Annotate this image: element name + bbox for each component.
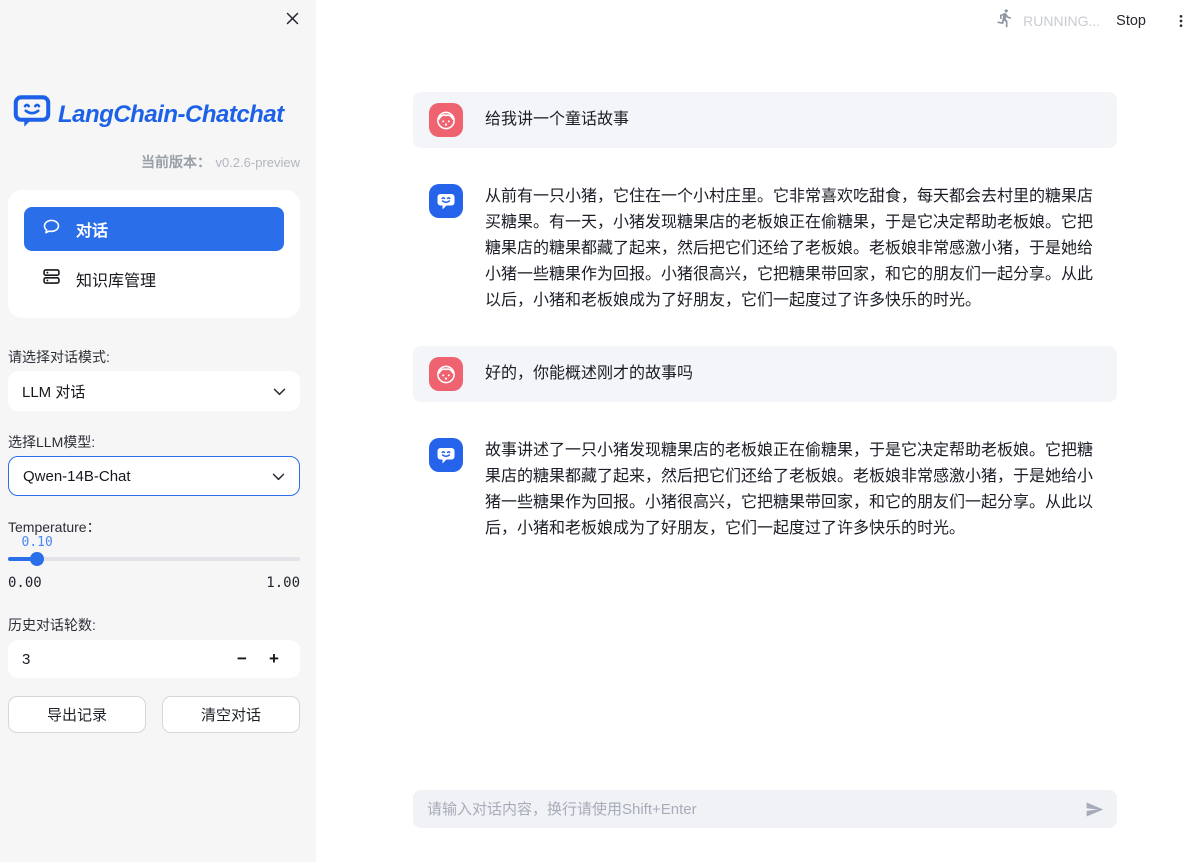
llm-model-select[interactable]: Qwen-14B-Chat <box>8 456 300 496</box>
assistant-message: 从前有一只小猪，它住在一个小村庄里。它非常喜欢吃甜食，每天都会去村里的糖果店买糖… <box>413 180 1117 314</box>
chat-input[interactable] <box>413 790 1077 828</box>
status-text: RUNNING... <box>1023 13 1100 29</box>
sidebar-actions: 导出记录 清空对话 <box>8 696 300 733</box>
message-text: 好的，你能概述刚才的故事吗 <box>485 357 693 391</box>
logo-chat-bubble-icon <box>13 95 51 134</box>
stop-button[interactable]: Stop <box>1116 13 1146 29</box>
history-rounds-label: 历史对话轮数: <box>8 615 96 635</box>
menu-item-label: 知识库管理 <box>76 267 156 291</box>
temperature-label: Temperature： <box>8 517 101 537</box>
export-history-button[interactable]: 导出记录 <box>8 696 146 733</box>
message-text: 从前有一只小猪，它住在一个小村庄里。它非常喜欢吃甜食，每天都会去村里的糖果店买糖… <box>485 184 1101 314</box>
temperature-range: 0.00 1.00 <box>8 575 300 591</box>
temperature-max: 1.00 <box>266 575 300 591</box>
assistant-avatar <box>429 184 463 218</box>
send-icon <box>1084 799 1105 820</box>
nav-menu: 对话 知识库管理 <box>8 190 300 318</box>
increment-button[interactable]: + <box>258 643 290 675</box>
assistant-avatar <box>429 438 463 472</box>
status-bar: RUNNING... Stop <box>995 8 1189 33</box>
chat-history: 给我讲一个童话故事 从前有一只小猪，它住在一个小村庄里。它非常喜欢吃甜食，每天都… <box>413 92 1117 574</box>
version-label: 当前版本： <box>141 154 211 170</box>
slider-track[interactable] <box>8 557 300 561</box>
main-area: RUNNING... Stop 给我讲一个童话故事 <box>316 0 1199 862</box>
llm-model-value: Qwen-14B-Chat <box>23 468 270 485</box>
kebab-menu-icon[interactable] <box>1173 12 1189 30</box>
history-rounds-input[interactable]: 3 − + <box>8 640 300 678</box>
slider-thumb[interactable] <box>30 552 44 566</box>
app-logo: LangChain-Chatchat <box>13 95 284 134</box>
database-icon <box>41 266 62 292</box>
sidebar-close-button[interactable] <box>280 6 304 30</box>
menu-item-dialogue[interactable]: 对话 <box>24 207 284 251</box>
running-icon <box>995 8 1015 33</box>
user-avatar <box>429 357 463 391</box>
user-avatar <box>429 103 463 137</box>
llm-model-label: 选择LLM模型: <box>8 432 95 452</box>
assistant-message: 故事讲述了一只小猪发现糖果店的老板娘正在偷糖果，于是它决定帮助老板娘。它把糖果店… <box>413 434 1117 542</box>
chevron-down-icon <box>270 468 287 485</box>
close-icon <box>285 11 300 26</box>
app-title: LangChain-Chatchat <box>58 101 284 129</box>
version-info: 当前版本： v0.2.6-preview <box>8 152 300 172</box>
dialog-mode-value: LLM 对话 <box>22 381 271 402</box>
user-message: 给我讲一个童话故事 <box>413 92 1117 148</box>
user-message: 好的，你能概述刚才的故事吗 <box>413 346 1117 402</box>
chat-bubble-icon <box>41 216 62 242</box>
menu-item-label: 对话 <box>76 217 108 241</box>
version-value: v0.2.6-preview <box>215 155 300 170</box>
message-text: 给我讲一个童话故事 <box>485 103 629 137</box>
sidebar: LangChain-Chatchat 当前版本： v0.2.6-preview … <box>0 0 316 862</box>
clear-dialogue-button[interactable]: 清空对话 <box>162 696 300 733</box>
temperature-value: 0.10 <box>22 535 53 550</box>
dialog-mode-label: 请选择对话模式: <box>8 347 110 367</box>
menu-item-knowledge-base[interactable]: 知识库管理 <box>24 257 284 301</box>
chevron-down-icon <box>271 383 288 400</box>
temperature-min: 0.00 <box>8 575 42 591</box>
dialog-mode-select[interactable]: LLM 对话 <box>8 371 300 411</box>
temperature-slider[interactable]: 0.10 <box>8 535 300 575</box>
decrement-button[interactable]: − <box>226 643 258 675</box>
message-text: 故事讲述了一只小猪发现糖果店的老板娘正在偷糖果，于是它决定帮助老板娘。它把糖果店… <box>485 438 1101 542</box>
send-button[interactable] <box>1077 792 1111 826</box>
history-rounds-value: 3 <box>22 651 226 668</box>
chat-input-container <box>413 790 1117 828</box>
